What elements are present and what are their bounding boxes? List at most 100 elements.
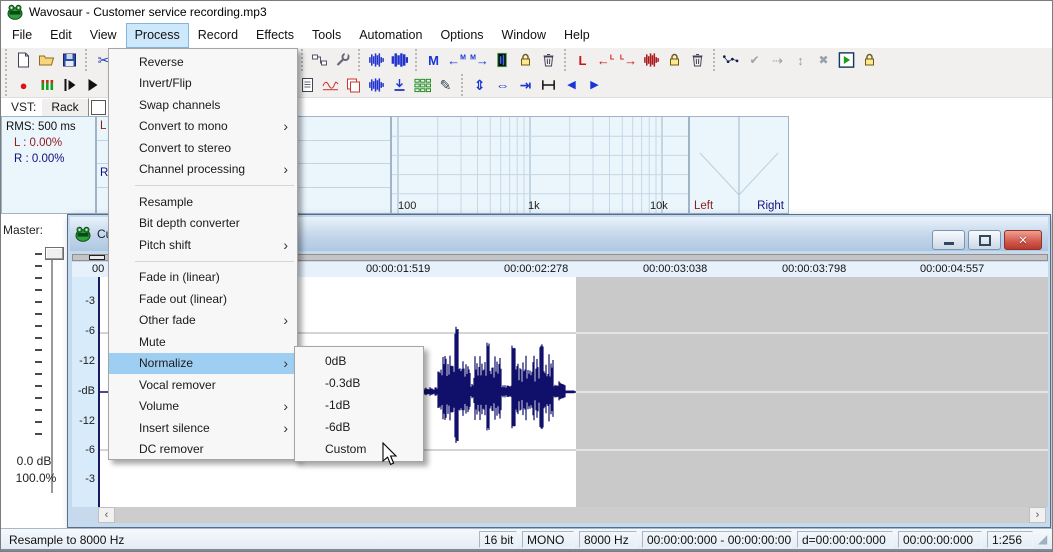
zoom-out-horizontal-icon[interactable]: ⇔	[491, 74, 514, 96]
node-connector-icon[interactable]	[308, 49, 331, 71]
previous-marker-icon[interactable]: ←M	[445, 49, 468, 71]
envelope-apply-icon[interactable]: ✔	[743, 49, 766, 71]
menu-tools[interactable]: Tools	[303, 23, 350, 48]
process-item-bit-depth-converter[interactable]: Bit depth converter	[109, 213, 297, 235]
menu-window[interactable]: Window	[493, 23, 555, 48]
lock-markers-icon[interactable]	[514, 49, 537, 71]
normalize-item-6db[interactable]: -6dB	[295, 416, 423, 438]
vst-rack-button[interactable]: Rack	[41, 98, 89, 117]
process-item-invert-flip[interactable]: Invert/Flip	[109, 73, 297, 95]
db-scale-label: -6	[85, 444, 95, 456]
next-loop-icon[interactable]: L→	[617, 49, 640, 71]
previous-view-icon[interactable]: ◀	[560, 74, 583, 96]
delete-loops-icon[interactable]	[686, 49, 709, 71]
previous-loop-icon[interactable]: ←L	[594, 49, 617, 71]
menu-view[interactable]: View	[81, 23, 126, 48]
process-item-volume[interactable]: Volume›	[109, 396, 297, 418]
zoom-vertical-icon[interactable]: ⇕	[468, 74, 491, 96]
wrench-config-icon[interactable]	[331, 49, 354, 71]
minimize-button[interactable]	[932, 230, 965, 250]
menu-automation[interactable]: Automation	[350, 23, 431, 48]
envelope-points-icon[interactable]	[720, 49, 743, 71]
statistics-icon[interactable]	[319, 74, 342, 96]
input-monitor-icon[interactable]	[35, 74, 58, 96]
restore-button[interactable]	[968, 230, 1001, 250]
process-item-swap-channels[interactable]: Swap channels	[109, 94, 297, 116]
master-db-value: 0.0 dB	[5, 454, 63, 468]
envelope-lock-icon[interactable]	[858, 49, 881, 71]
menu-help[interactable]: Help	[555, 23, 599, 48]
rms-title: RMS: 500 ms	[6, 121, 76, 133]
menu-effects[interactable]: Effects	[247, 23, 303, 48]
status-message: Resample to 8000 Hz	[1, 533, 479, 547]
process-item-fade-out-linear[interactable]: Fade out (linear)	[109, 288, 297, 310]
process-item-normalize[interactable]: Normalize›	[109, 353, 297, 375]
scroll-right-arrow-icon[interactable]: ›	[1029, 507, 1046, 523]
menu-file[interactable]: File	[3, 23, 41, 48]
next-view-icon[interactable]: ▶	[583, 74, 606, 96]
menu-process[interactable]: Process	[126, 23, 189, 48]
normalize-item-0db[interactable]: 0dB	[295, 350, 423, 372]
marker-selection-icon[interactable]	[491, 49, 514, 71]
play-icon[interactable]	[81, 74, 104, 96]
envelope-vertical-scale-icon[interactable]: ↕	[789, 49, 812, 71]
process-item-convert-to-mono[interactable]: Convert to mono›	[109, 116, 297, 138]
title-bar: Wavosaur - Customer service recording.mp…	[1, 1, 1052, 23]
scroll-left-arrow-icon[interactable]: ‹	[98, 507, 115, 523]
process-item-reverse[interactable]: Reverse	[109, 51, 297, 73]
copy-special-icon[interactable]	[342, 74, 365, 96]
process-item-channel-processing[interactable]: Channel processing›	[109, 159, 297, 181]
waveform-loop-icon[interactable]	[640, 49, 663, 71]
new-file-icon[interactable]	[12, 49, 35, 71]
ruler-time-label: 00	[92, 263, 104, 275]
loop-l-icon[interactable]: L	[571, 49, 594, 71]
process-item-fade-in-linear[interactable]: Fade in (linear)	[109, 267, 297, 289]
menu-options[interactable]: Options	[431, 23, 492, 48]
open-file-icon[interactable]	[35, 49, 58, 71]
record-icon[interactable]: ●	[12, 74, 35, 96]
normalize-item-1db[interactable]: -1dB	[295, 394, 423, 416]
normalize-item-custom[interactable]: Custom	[295, 438, 423, 460]
overview-position-box[interactable]	[89, 255, 105, 260]
process-item-resample[interactable]: Resample	[109, 191, 297, 213]
zoom-in-horizontal-icon[interactable]: ⇥	[514, 74, 537, 96]
normalize-item-0.3db[interactable]: -0.3dB	[295, 372, 423, 394]
delete-markers-icon[interactable]	[537, 49, 560, 71]
process-item-pitch-shift[interactable]: Pitch shift›	[109, 234, 297, 256]
process-item-convert-to-stereo[interactable]: Convert to stereo	[109, 137, 297, 159]
horizontal-scrollbar[interactable]: ‹ ›	[98, 507, 1046, 523]
spectrum-analyzer-panel: 100 1k 10k	[391, 116, 689, 214]
batch-processor-icon[interactable]	[411, 74, 434, 96]
master-fader-handle[interactable]	[45, 247, 64, 260]
toolbar-file-zone: ✂	[5, 49, 119, 71]
marker-m-icon[interactable]: M	[422, 49, 445, 71]
next-marker-icon[interactable]: M→	[468, 49, 491, 71]
submenu-arrow-icon: ›	[283, 420, 288, 436]
save-file-icon[interactable]	[58, 49, 81, 71]
play-from-cursor-icon[interactable]	[58, 74, 81, 96]
process-item-other-fade[interactable]: Other fade›	[109, 310, 297, 332]
vst-bypass-checkbox[interactable]	[91, 100, 106, 115]
resize-grip-icon[interactable]: ◢	[1038, 531, 1052, 548]
menu-edit[interactable]: Edit	[41, 23, 81, 48]
waveform-zoom-icon[interactable]	[365, 74, 388, 96]
envelope-interpolate-icon[interactable]: ⇢	[766, 49, 789, 71]
meter-left-label: L	[100, 120, 106, 132]
close-button[interactable]: ✕	[1004, 230, 1042, 250]
envelope-delete-icon[interactable]: ✖	[812, 49, 835, 71]
status-cursor-position: 00:00:00:000	[898, 531, 982, 548]
process-item-mute[interactable]: Mute	[109, 331, 297, 353]
submenu-arrow-icon: ›	[283, 355, 288, 371]
insert-at-cursor-icon[interactable]	[388, 74, 411, 96]
file-info-icon[interactable]	[296, 74, 319, 96]
waveform-view-bold-icon[interactable]	[388, 49, 411, 71]
process-item-insert-silence[interactable]: Insert silence›	[109, 417, 297, 439]
pencil-edit-icon[interactable]: ✎	[434, 74, 457, 96]
lock-loops-icon[interactable]	[663, 49, 686, 71]
waveform-view-icon[interactable]	[365, 49, 388, 71]
zoom-fit-icon[interactable]	[537, 74, 560, 96]
process-item-dc-remover[interactable]: DC remover	[109, 439, 297, 461]
menu-record[interactable]: Record	[189, 23, 247, 48]
process-item-vocal-remover[interactable]: Vocal remover	[109, 374, 297, 396]
envelope-play-icon[interactable]	[835, 49, 858, 71]
